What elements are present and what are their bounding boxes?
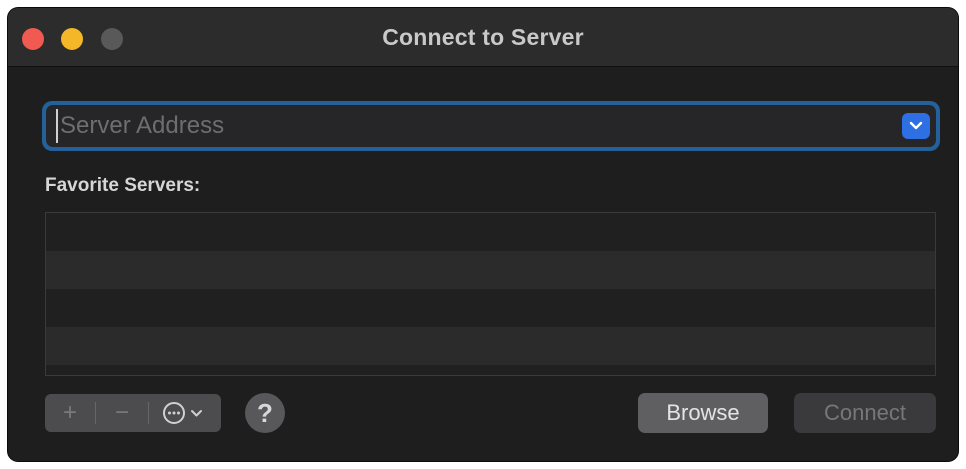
chevron-down-icon bbox=[909, 121, 923, 130]
remove-favorite-button[interactable]: − bbox=[96, 394, 148, 432]
list-row bbox=[46, 251, 935, 289]
more-options-button[interactable] bbox=[149, 394, 221, 432]
list-row bbox=[46, 289, 935, 327]
favorite-servers-label: Favorite Servers: bbox=[45, 175, 201, 196]
favorites-segmented-control: + − bbox=[45, 394, 221, 432]
list-row bbox=[46, 365, 935, 375]
chevron-down-icon bbox=[191, 410, 202, 417]
server-address-field[interactable] bbox=[42, 101, 940, 151]
help-button[interactable]: ? bbox=[245, 393, 285, 433]
ellipsis-circle-icon bbox=[163, 402, 202, 424]
server-address-input[interactable] bbox=[56, 109, 890, 143]
window-title: Connect to Server bbox=[382, 24, 584, 50]
browse-button[interactable]: Browse bbox=[638, 393, 768, 433]
recent-servers-dropdown-button[interactable] bbox=[902, 113, 930, 139]
server-address-box bbox=[46, 105, 936, 147]
connect-button[interactable]: Connect bbox=[794, 393, 936, 433]
title-bar: Connect to Server bbox=[8, 8, 958, 67]
list-row bbox=[46, 213, 935, 251]
add-favorite-button[interactable]: + bbox=[45, 394, 95, 432]
favorite-servers-list[interactable] bbox=[45, 212, 936, 376]
list-row bbox=[46, 327, 935, 365]
connect-to-server-window: Connect to Server Favorite Servers: + − bbox=[8, 8, 958, 461]
